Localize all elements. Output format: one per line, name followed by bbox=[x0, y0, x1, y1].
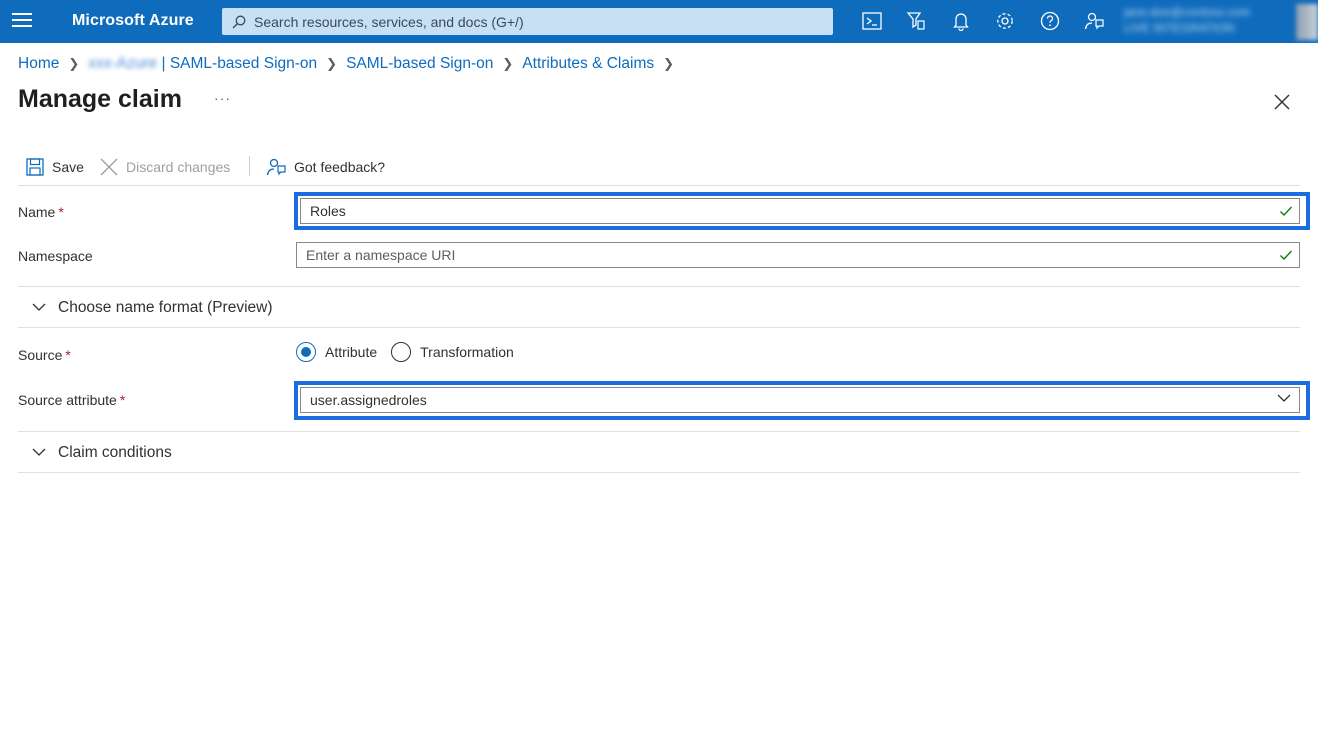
chevron-right-icon: ❯ bbox=[326, 56, 338, 71]
brand-title[interactable]: Microsoft Azure bbox=[72, 12, 194, 30]
feedback-icon[interactable] bbox=[1083, 10, 1105, 32]
source-label-text: Source bbox=[18, 347, 63, 363]
account-email: jane.doe@contoso.com bbox=[1124, 5, 1251, 19]
global-search-input[interactable]: Search resources, services, and docs (G+… bbox=[222, 8, 833, 35]
breadcrumb-saml[interactable]: SAML-based Sign-on bbox=[346, 55, 493, 73]
required-marker: * bbox=[119, 392, 126, 408]
close-icon[interactable] bbox=[1272, 92, 1292, 112]
save-label: Save bbox=[52, 159, 84, 175]
claim-conditions-section-toggle[interactable]: Claim conditions bbox=[18, 432, 1300, 473]
divider bbox=[18, 327, 1300, 328]
required-marker: * bbox=[65, 347, 71, 363]
claim-conditions-section-label: Claim conditions bbox=[58, 443, 172, 461]
checkmark-icon bbox=[1280, 250, 1293, 261]
source-radio-group: Attribute Transformation bbox=[296, 340, 528, 364]
chevron-down-icon bbox=[32, 303, 46, 311]
discard-icon bbox=[100, 158, 118, 176]
hamburger-menu-icon[interactable] bbox=[12, 13, 32, 30]
breadcrumb-app[interactable]: xxx-Azure | SAML-based Sign-on bbox=[88, 55, 317, 73]
top-navigation-bar: Microsoft Azure Search resources, servic… bbox=[0, 0, 1318, 43]
help-icon[interactable] bbox=[1039, 10, 1061, 32]
breadcrumb-home[interactable]: Home bbox=[18, 55, 59, 73]
source-radio-attribute[interactable]: Attribute bbox=[296, 342, 377, 362]
namespace-label: Namespace bbox=[18, 248, 93, 264]
account-info[interactable]: jane.doe@contoso.com LIVE INTEGRATION bbox=[1124, 4, 1284, 40]
page-title: Manage claim bbox=[18, 85, 182, 113]
breadcrumb-app-suffix: | SAML-based Sign-on bbox=[161, 55, 318, 72]
name-format-section-toggle[interactable]: Choose name format (Preview) bbox=[18, 287, 1300, 328]
required-marker: * bbox=[58, 204, 64, 220]
more-options-icon[interactable]: ··· bbox=[214, 90, 231, 106]
source-attribute-label: Source attribute * bbox=[18, 392, 125, 408]
source-option-transformation: Transformation bbox=[420, 344, 514, 360]
chevron-right-icon: ❯ bbox=[68, 56, 80, 71]
chevron-right-icon: ❯ bbox=[502, 56, 514, 71]
source-attribute-dropdown[interactable]: user.assignedroles bbox=[300, 387, 1300, 413]
source-radio-transformation[interactable]: Transformation bbox=[391, 342, 514, 362]
directory-filter-icon[interactable] bbox=[905, 10, 927, 32]
source-attribute-label-text: Source attribute bbox=[18, 392, 117, 408]
feedback-button[interactable]: Got feedback? bbox=[266, 156, 385, 178]
radio-unchecked-icon bbox=[391, 342, 412, 362]
account-directory: LIVE INTEGRATION bbox=[1124, 21, 1235, 35]
toolbar-divider bbox=[249, 156, 250, 176]
settings-icon[interactable] bbox=[994, 10, 1016, 32]
discard-label: Discard changes bbox=[126, 159, 231, 175]
notifications-icon[interactable] bbox=[950, 10, 972, 32]
search-icon bbox=[232, 15, 246, 28]
avatar[interactable] bbox=[1296, 4, 1318, 40]
command-bar: Save Discard changes Got feedback? bbox=[18, 150, 1300, 186]
breadcrumb: Home ❯ xxx-Azure | SAML-based Sign-on ❯ … bbox=[18, 54, 683, 74]
name-value: Roles bbox=[310, 203, 346, 219]
source-label: Source * bbox=[18, 347, 71, 363]
namespace-placeholder: Enter a namespace URI bbox=[306, 247, 456, 263]
name-field[interactable]: Roles bbox=[300, 198, 1300, 224]
radio-checked-icon bbox=[296, 342, 316, 362]
breadcrumb-app-name: xxx-Azure bbox=[88, 55, 158, 72]
divider bbox=[18, 472, 1300, 473]
chevron-down-icon bbox=[1277, 394, 1291, 402]
namespace-field[interactable]: Enter a namespace URI bbox=[296, 242, 1300, 268]
chevron-right-icon: ❯ bbox=[663, 56, 675, 71]
name-label-text: Name bbox=[18, 204, 56, 220]
save-icon bbox=[26, 158, 44, 176]
checkmark-icon bbox=[1280, 206, 1293, 217]
breadcrumb-attributes-claims[interactable]: Attributes & Claims bbox=[522, 55, 654, 73]
feedback-icon bbox=[266, 158, 286, 176]
name-label: Name * bbox=[18, 204, 64, 220]
chevron-down-icon bbox=[32, 448, 46, 456]
search-placeholder: Search resources, services, and docs (G+… bbox=[254, 13, 524, 30]
name-format-section-label: Choose name format (Preview) bbox=[58, 298, 273, 316]
source-option-attribute: Attribute bbox=[325, 344, 378, 360]
save-button[interactable]: Save bbox=[26, 156, 84, 178]
discard-changes-button[interactable]: Discard changes bbox=[100, 156, 230, 178]
cloud-shell-icon[interactable] bbox=[861, 10, 883, 32]
source-attribute-value: user.assignedroles bbox=[310, 392, 427, 408]
feedback-label: Got feedback? bbox=[294, 159, 386, 175]
